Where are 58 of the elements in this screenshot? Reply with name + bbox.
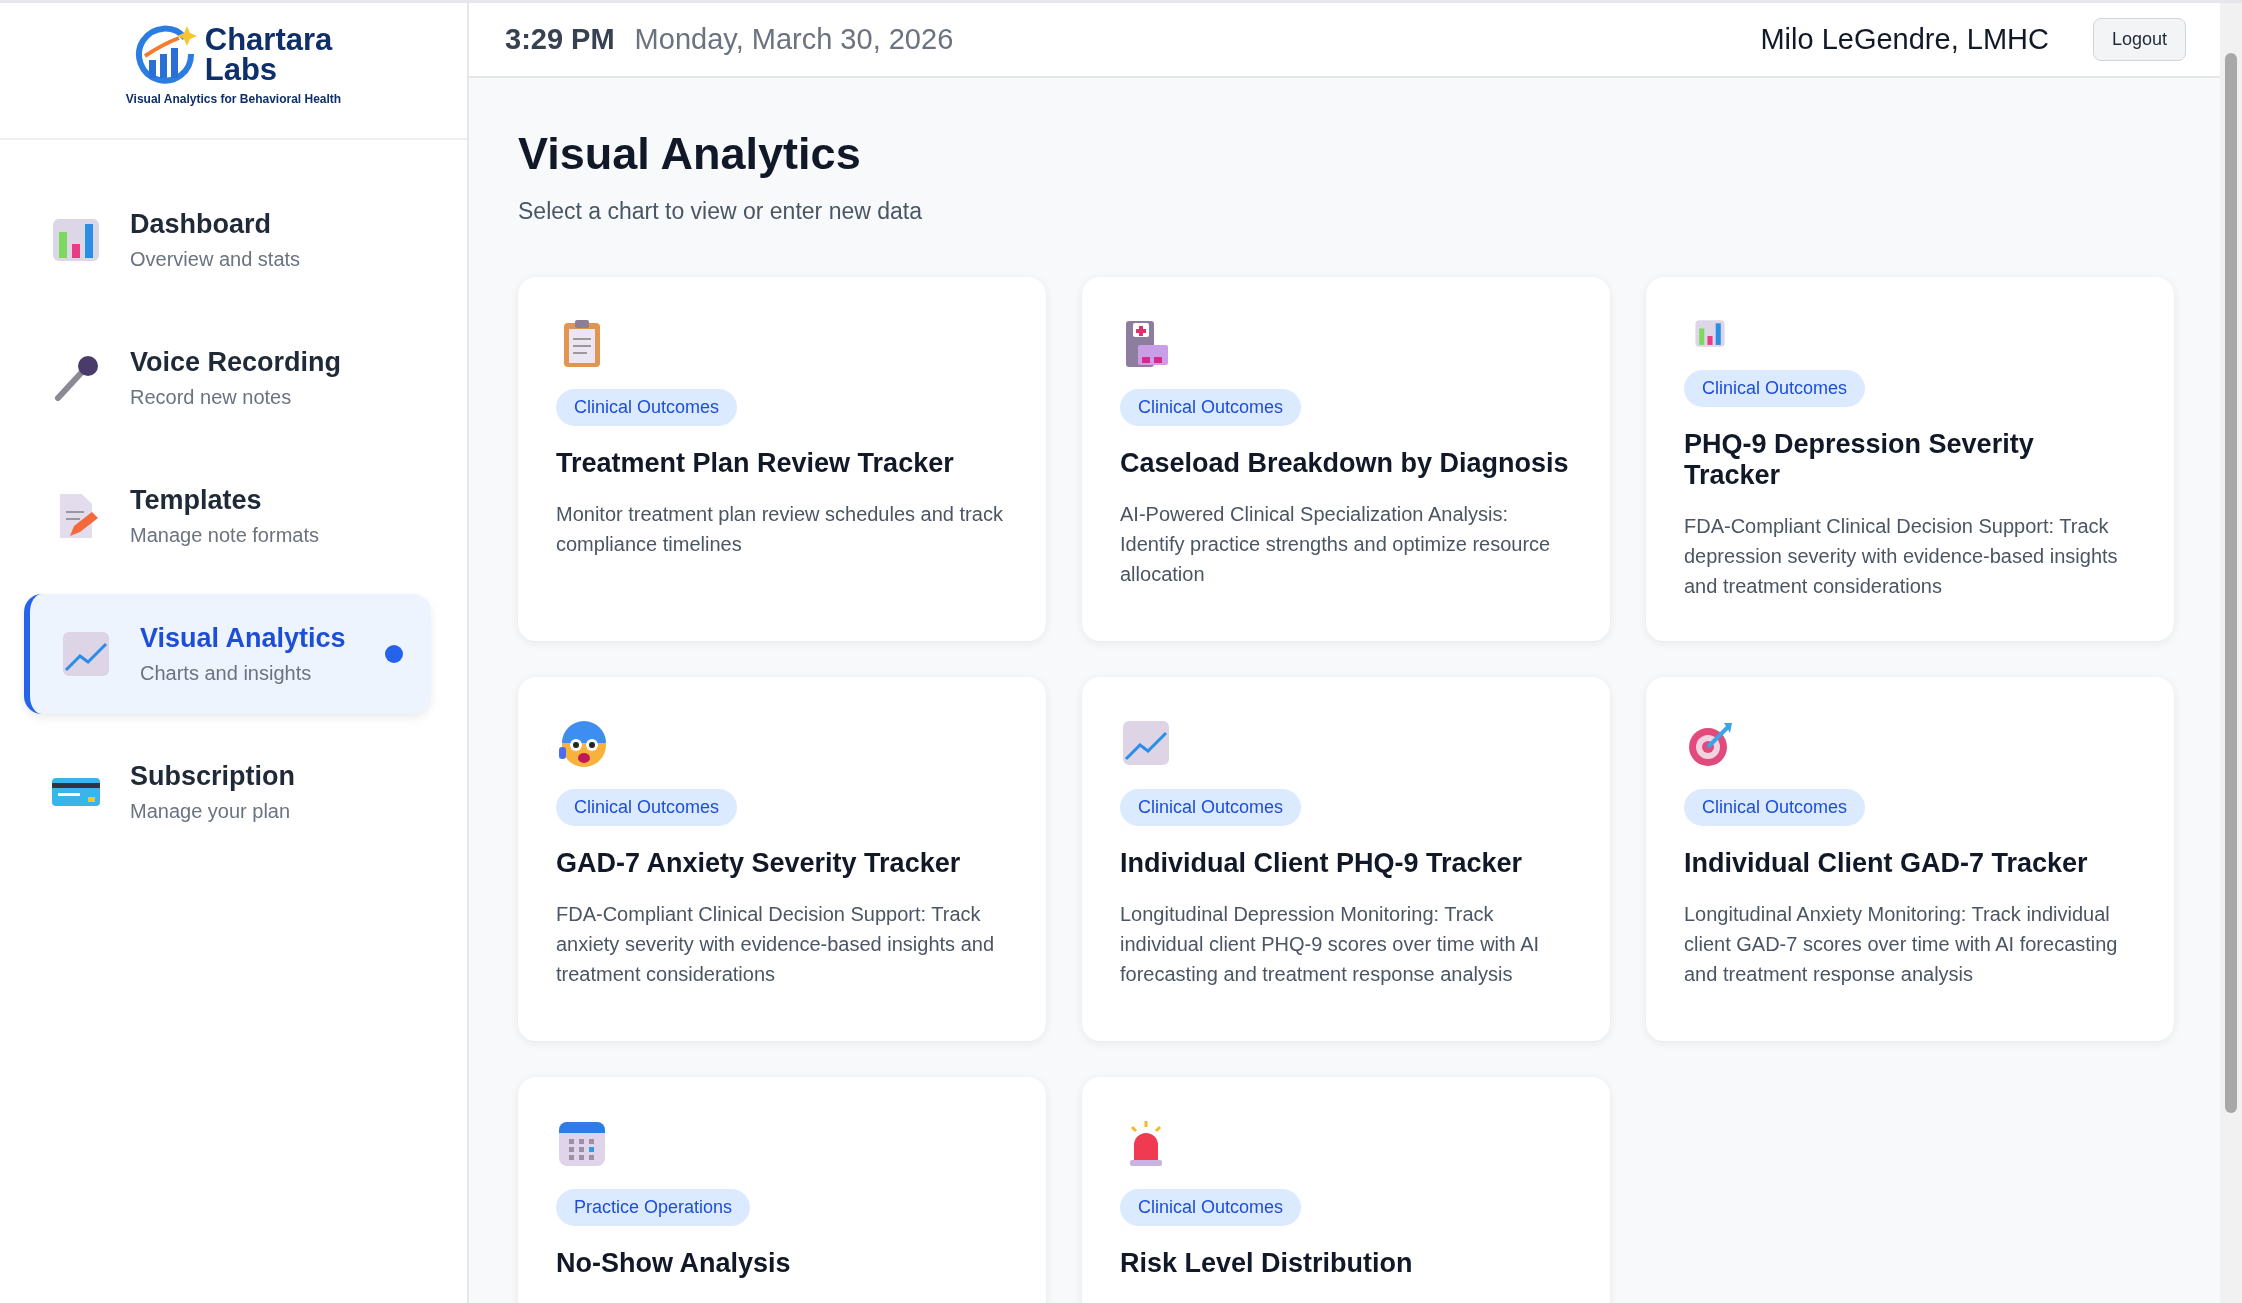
sidebar-item[interactable]: Dashboard Overview and stats [24,180,431,300]
sidebar-item-title: Subscription [130,761,296,792]
category-tag: Clinical Outcomes [1684,370,1866,407]
sidebar-item-subtitle: Manage your plan [130,800,292,823]
current-date: Monday, March 30, 2026 [634,23,955,56]
chart-card[interactable]: Clinical Outcomes GAD-7 Anxiety Severity Tracker FDA-Compliant Clinical Decision Support: Track anxiety severity with evidence-based insights and treatment considerations [518,677,1046,1041]
sidebar-item[interactable]: Templates Manage note formats [24,456,431,576]
sidebar-item-title: Templates [130,485,263,516]
card-title: Treatment Plan Review Tracker [556,448,954,479]
category-tag: Clinical Outcomes [1120,389,1302,426]
page-subtitle: Select a chart to view or enter new data [518,198,923,225]
logout-button[interactable]: Logout [2092,18,2186,61]
category-tag: Clinical Outcomes [1120,789,1302,826]
page-title: Visual Analytics [518,128,862,180]
scrollbar[interactable] [2220,3,2242,1303]
chart-card[interactable]: Clinical Outcomes Risk Level Distribution [1082,1077,1610,1303]
chart-card[interactable]: Clinical Outcomes PHQ-9 Depression Severity Tracker FDA-Compliant Clinical Decision Support: Track depression severity with evidence-based insights and treatment considerations [1646,277,2174,641]
card-description: AI-Powered Clinical Specialization Analysis: Identify practice strengths and optimize resource allocation [1120,502,1552,587]
chart-card[interactable]: Clinical Outcomes Individual Client GAD-7 Tracker Longitudinal Anxiety Monitoring: Track individual client GAD-7 scores over time with AI forecasting and treatment response analysis [1646,677,2174,1041]
chart-card[interactable]: Clinical Outcomes Individual Client PHQ-9 Tracker Longitudinal Depression Monitoring: Track individual client PHQ-9 scores over time with AI forecasting and treatment response analysis [1082,677,1610,1041]
brand-name: Labs [204,54,279,85]
category-tag: Clinical Outcomes [1120,1189,1302,1226]
card-title: Risk Level Distribution [1120,1248,1413,1279]
category-tag: Clinical Outcomes [556,789,738,826]
sidebar-item-subtitle: Overview and stats [130,248,302,271]
category-tag: Practice Operations [556,1189,751,1226]
sidebar-item-subtitle: Manage note formats [130,524,320,547]
chart-card[interactable]: Clinical Outcomes Caseload Breakdown by Diagnosis AI-Powered Clinical Specialization Analysis: Identify practice strengths and optimize resource allocation [1082,277,1610,641]
card-title: PHQ-9 Depression Severity Tracker [1684,429,2035,491]
brand-name: Chartara [204,24,333,55]
active-dot [385,645,403,663]
card-description: Longitudinal Anxiety Monitoring: Track individual client GAD-7 scores over time with AI forecasting and treatment response analysis [1684,902,2119,987]
card-title: Individual Client PHQ-9 Tracker [1120,848,1523,879]
sidebar-item[interactable]: Subscription Manage your plan [24,732,431,852]
scrollbar-thumb[interactable] [2225,53,2237,1113]
card-title: No-Show Analysis [556,1248,791,1279]
card-title: Caseload Breakdown by Diagnosis [1120,448,1569,479]
sidebar-item-title: Voice Recording [130,347,343,378]
sidebar-item[interactable]: Visual Analytics Charts and insights [24,594,431,714]
brand-tagline: Visual Analytics for Behavioral Health [125,91,342,106]
chart-card[interactable]: Practice Operations No-Show Analysis [518,1077,1046,1303]
sidebar-item[interactable]: Voice Recording Record new notes [24,318,431,438]
category-tag: Clinical Outcomes [1684,789,1866,826]
card-description: Longitudinal Depression Monitoring: Track individual client PHQ-9 scores over time with AI forecasting and treatment response analysis [1120,902,1541,987]
card-description: Monitor treatment plan review schedules and track compliance timelines [556,502,1004,557]
sidebar-item-title: Dashboard [130,209,273,240]
user-name: Milo LeGendre, LMHC [1760,23,2049,56]
sidebar-item-subtitle: Charts and insights [140,662,313,685]
sidebar-item-subtitle: Record new notes [130,386,293,409]
card-title: Individual Client GAD-7 Tracker [1684,848,2088,879]
category-tag: Clinical Outcomes [556,389,738,426]
card-title: GAD-7 Anxiety Severity Tracker [556,848,961,879]
card-description: FDA-Compliant Clinical Decision Support: Track depression severity with evidence-based insights and treatment considerations [1684,514,2119,599]
current-time: 3:29 PM [505,23,615,56]
sidebar-item-title: Visual Analytics [140,623,347,654]
logo-icon [134,23,197,86]
chart-card[interactable]: Clinical Outcomes Treatment Plan Review Tracker Monitor treatment plan review schedules and track compliance timelines [518,277,1046,641]
card-description: FDA-Compliant Clinical Decision Support: Track anxiety severity with evidence-based insights and treatment considerations [556,902,996,987]
